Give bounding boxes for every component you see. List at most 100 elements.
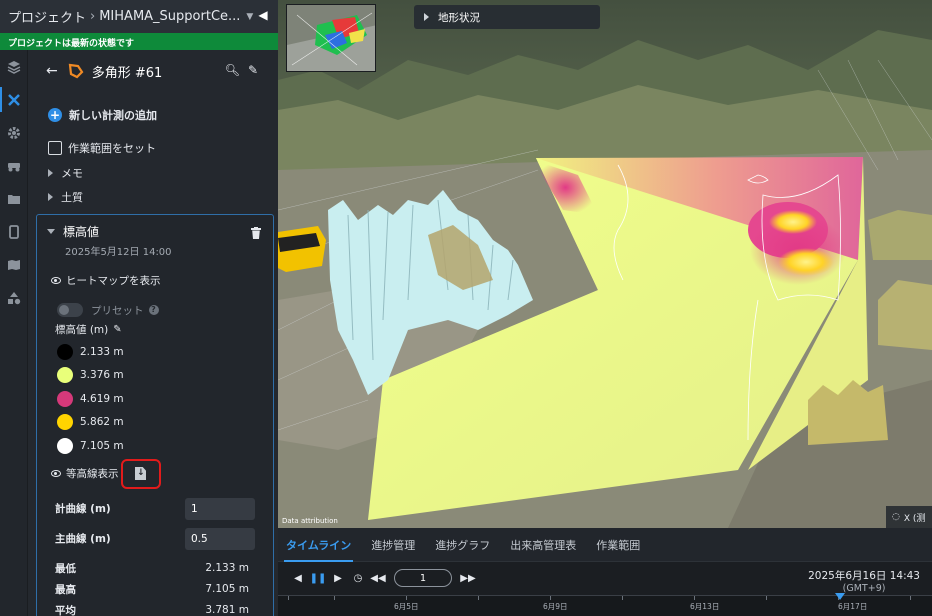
major-contour-input[interactable] [185, 497, 255, 520]
show-heatmap-toggle[interactable]: ヒートマップを表示 [37, 270, 273, 290]
elevation-date: 2025年5月12日 14:00 [65, 247, 172, 258]
stat-label: 平均 [55, 604, 76, 616]
plus-circle-icon: + [48, 108, 62, 122]
legend-value: 3.376 m [80, 369, 124, 382]
tab-timeline[interactable]: タイムライン [283, 528, 354, 562]
color-swatch[interactable] [57, 343, 73, 360]
mobile-icon[interactable] [0, 215, 28, 248]
folder-icon[interactable] [0, 182, 28, 215]
tab-progress-graph[interactable]: 進捗グラフ [435, 528, 490, 562]
measurement-panel: ← 多角形 #61 🔍︎✎ + 新しい計測の追加 作業範囲をセット メモ 土質 … [28, 50, 278, 616]
legend-item[interactable]: 3.376 m [37, 364, 273, 388]
stat-min: 最低 2.133 m [37, 558, 273, 579]
fast-forward-icon[interactable]: ▶▶ [458, 573, 478, 584]
timeline-cursor-handle[interactable] [835, 593, 845, 600]
collapse-panel-icon[interactable]: ◀ [256, 8, 270, 24]
settings-icon[interactable] [0, 116, 28, 149]
minor-contour-row: 主曲線 (m) [37, 524, 273, 554]
set-work-area-row[interactable]: 作業範囲をセット [28, 136, 278, 160]
legend-item[interactable]: 4.619 m [37, 387, 273, 411]
major-contour-label: 計曲線 (m) [55, 503, 111, 515]
top-bar: プロジェクト › MIHAMA_SupportCe... ▼ ◀ [0, 0, 278, 33]
terrain-status-label: 地形状況 [438, 11, 480, 24]
status-banner: プロジェクトは最新の状態です [0, 33, 278, 50]
chevron-right-icon [48, 169, 53, 177]
tab-work-area[interactable]: 作業範囲 [596, 528, 640, 562]
add-measurement-button[interactable]: + 新しい計測の追加 [28, 102, 278, 128]
color-swatch[interactable] [57, 437, 73, 454]
polygon-icon [68, 63, 84, 79]
memo-section-toggle[interactable]: メモ [28, 161, 278, 185]
help-icon[interactable]: ? [148, 305, 159, 315]
project-name[interactable]: MIHAMA_SupportCe... [99, 9, 240, 24]
soil-label: 土質 [61, 191, 83, 204]
shapes-icon[interactable] [0, 281, 28, 314]
axis-label: 6月13日 [690, 602, 720, 611]
color-swatch[interactable] [57, 414, 73, 431]
bottom-tabs: タイムライン 進捗管理 進捗グラフ 出来高管理表 作業範囲 [278, 528, 932, 562]
edit-pencil-icon[interactable]: ✎ [248, 63, 266, 77]
elevation-unit-row: 標高値 (m) ✎ [37, 320, 273, 338]
stats-list: 最低 2.133 m 最高 7.105 m 平均 3.781 m [37, 558, 273, 616]
axis-tick [550, 596, 551, 600]
axis-label: 6月5日 [394, 602, 419, 611]
axis-tick [910, 596, 911, 600]
chevron-down-icon[interactable] [47, 229, 55, 234]
memo-label: メモ [61, 167, 83, 180]
minor-contour-label: 主曲線 (m) [55, 533, 111, 545]
loading-indicator: ◌ X (测 [886, 506, 932, 528]
minimap[interactable] [286, 4, 376, 72]
chevron-right-icon [48, 193, 53, 201]
legend-item[interactable]: 7.105 m [37, 434, 273, 458]
minimap-image [287, 5, 375, 71]
legend-item[interactable]: 5.862 m [37, 411, 273, 435]
panel-title: 多角形 #61 [91, 65, 163, 81]
tab-progress-management[interactable]: 進捗管理 [371, 528, 415, 562]
play-reverse-icon[interactable]: ◀ [288, 573, 308, 584]
soil-section-toggle[interactable]: 土質 [28, 185, 278, 209]
back-arrow-icon[interactable]: ← [46, 63, 58, 79]
timeline-axis[interactable]: 6月5日 6月9日 6月13日 6月17日 [278, 593, 932, 616]
minor-contour-input[interactable] [185, 527, 255, 550]
color-swatch[interactable] [57, 390, 73, 407]
map-viewport[interactable]: 地形状況 Data attribution ◌ X (测 [278, 0, 932, 528]
export-contours-button[interactable] [120, 458, 161, 489]
eye-icon[interactable] [51, 470, 61, 477]
preset-row: プリセット ? [37, 300, 273, 320]
major-contour-row: 計曲線 (m) [37, 494, 273, 524]
axis-tick [622, 596, 623, 600]
axis-label: 6月9日 [543, 602, 568, 611]
panel-header: ← 多角形 #61 🔍︎✎ [28, 50, 278, 92]
rewind-icon[interactable]: ◀◀ [368, 573, 388, 584]
axis-tick [406, 596, 407, 600]
pause-icon[interactable]: ❚❚ [308, 573, 328, 584]
legend-list: 2.133 m 3.376 m 4.619 m 5.862 m 7.105 m [37, 340, 273, 458]
timezone-label: (GMT+9) [842, 583, 886, 594]
axis-tick [766, 596, 767, 600]
data-attribution-link[interactable]: Data attribution [282, 517, 338, 525]
terrain-status-button[interactable]: 地形状況 [414, 5, 600, 29]
measure-tools-icon[interactable] [0, 83, 28, 116]
current-datetime: 2025年6月16日 14:43 (GMT+9) [808, 568, 920, 594]
axis-tick [288, 596, 289, 600]
legend-value: 7.105 m [80, 439, 124, 452]
preset-toggle[interactable] [57, 303, 83, 317]
layers-icon[interactable] [0, 50, 28, 83]
vehicle-icon[interactable] [0, 149, 28, 182]
set-work-area-checkbox[interactable] [48, 141, 62, 155]
map-icon[interactable] [0, 248, 28, 281]
stat-value: 2.133 m [205, 562, 249, 574]
stat-value: 3.781 m [205, 604, 249, 616]
edit-pencil-icon[interactable]: ✎ [113, 324, 121, 335]
trash-icon[interactable] [251, 227, 261, 239]
play-icon[interactable]: ▶ [328, 573, 348, 584]
tab-output-table[interactable]: 出来高管理表 [510, 528, 576, 562]
legend-item[interactable]: 2.133 m [37, 340, 273, 364]
clock-icon[interactable]: ◷ [348, 573, 368, 584]
color-swatch[interactable] [57, 367, 73, 384]
search-icon[interactable]: 🔍︎ [225, 63, 248, 77]
preset-label: プリセット [91, 304, 144, 317]
chevron-down-icon[interactable]: ▼ [246, 12, 253, 22]
breadcrumb-project[interactable]: プロジェクト [8, 7, 86, 26]
playback-speed-field[interactable]: 1 [394, 569, 452, 587]
